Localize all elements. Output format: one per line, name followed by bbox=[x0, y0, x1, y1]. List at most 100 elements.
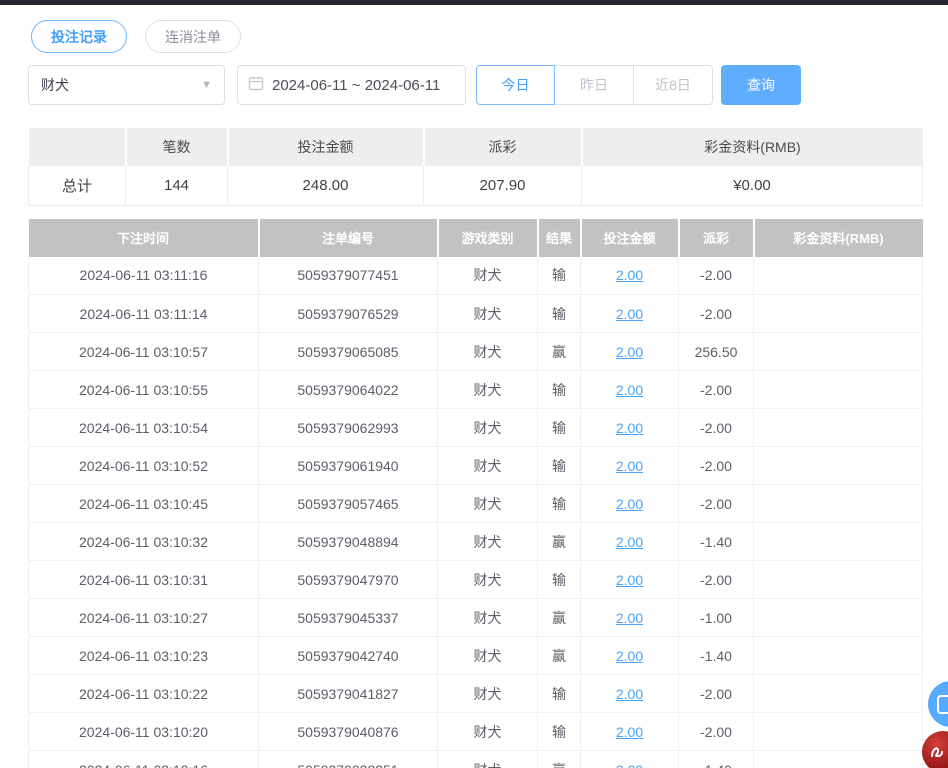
bonus-value bbox=[754, 599, 923, 637]
filter-row: 财犬 ▼ 2024-06-11 ~ 2024-06-11 今日 昨日 近8日 查… bbox=[28, 65, 922, 105]
payout-value: -2.00 bbox=[679, 485, 754, 523]
quick-yesterday-button[interactable]: 昨日 bbox=[555, 65, 634, 105]
order-number: 5059379064022 bbox=[259, 371, 438, 409]
result: 输 bbox=[538, 257, 581, 295]
col-header-result: 结果 bbox=[538, 219, 581, 257]
order-number: 5059379042740 bbox=[259, 637, 438, 675]
table-row: 2024-06-11 03:10:32 5059379048894 财犬 赢 2… bbox=[29, 523, 923, 561]
bonus-value bbox=[754, 523, 923, 561]
result: 输 bbox=[538, 447, 581, 485]
bet-time: 2024-06-11 03:10:54 bbox=[29, 409, 259, 447]
quick-today-button[interactable]: 今日 bbox=[476, 65, 555, 105]
date-range-value: 2024-06-11 ~ 2024-06-11 bbox=[272, 77, 440, 94]
bet-amount-link[interactable]: 2.00 bbox=[616, 648, 643, 664]
result: 赢 bbox=[538, 751, 581, 768]
table-row: 2024-06-11 03:10:55 5059379064022 财犬 输 2… bbox=[29, 371, 923, 409]
game-type: 财犬 bbox=[438, 333, 538, 371]
bet-time: 2024-06-11 03:10:52 bbox=[29, 447, 259, 485]
game-type: 财犬 bbox=[438, 523, 538, 561]
game-type: 财犬 bbox=[438, 295, 538, 333]
bet-amount-link[interactable]: 2.00 bbox=[616, 420, 643, 436]
col-header-payout: 派彩 bbox=[679, 219, 754, 257]
payout-value: -1.40 bbox=[679, 523, 754, 561]
date-range-input[interactable]: 2024-06-11 ~ 2024-06-11 bbox=[237, 65, 466, 105]
main-content: 投注记录 连消注单 财犬 ▼ 2024-06-11 ~ 2024-06-11 今… bbox=[0, 5, 948, 768]
result: 赢 bbox=[538, 599, 581, 637]
game-type: 财犬 bbox=[438, 447, 538, 485]
bonus-value bbox=[754, 637, 923, 675]
bet-amount-link[interactable]: 2.00 bbox=[616, 610, 643, 626]
bonus-value bbox=[754, 561, 923, 599]
order-number: 5059379057465 bbox=[259, 485, 438, 523]
payout-value: -2.00 bbox=[679, 371, 754, 409]
bet-amount-link[interactable]: 2.00 bbox=[616, 572, 643, 588]
result: 赢 bbox=[538, 523, 581, 561]
order-number: 5059379076529 bbox=[259, 295, 438, 333]
bet-amount-link[interactable]: 2.00 bbox=[616, 306, 643, 322]
bet-amount-link[interactable]: 2.00 bbox=[616, 267, 643, 283]
table-row: 2024-06-11 03:10:22 5059379041827 财犬 输 2… bbox=[29, 675, 923, 713]
game-type: 财犬 bbox=[438, 257, 538, 295]
bet-amount-link[interactable]: 2.00 bbox=[616, 534, 643, 550]
bet-time: 2024-06-11 03:10:20 bbox=[29, 713, 259, 751]
summary-header-empty bbox=[29, 128, 126, 166]
bonus-value bbox=[754, 751, 923, 768]
tab-cancelled-orders[interactable]: 连消注单 bbox=[145, 20, 241, 53]
payout-value: -2.00 bbox=[679, 713, 754, 751]
bet-records-table: 下注时间 注单编号 游戏类别 结果 投注金额 派彩 彩金资料(RMB) 2024… bbox=[28, 219, 923, 768]
result: 输 bbox=[538, 409, 581, 447]
result: 输 bbox=[538, 485, 581, 523]
result: 输 bbox=[538, 295, 581, 333]
bet-amount-link[interactable]: 2.00 bbox=[616, 344, 643, 360]
quick-last8days-button[interactable]: 近8日 bbox=[634, 65, 713, 105]
order-number: 5059379065085 bbox=[259, 333, 438, 371]
col-header-bonus: 彩金资料(RMB) bbox=[754, 219, 923, 257]
bet-time: 2024-06-11 03:10:55 bbox=[29, 371, 259, 409]
game-type: 财犬 bbox=[438, 409, 538, 447]
bonus-value bbox=[754, 485, 923, 523]
summary-header-bonus: 彩金资料(RMB) bbox=[582, 128, 923, 166]
order-number: 5059379038251 bbox=[259, 751, 438, 768]
summary-total-bonus: ¥0.00 bbox=[582, 166, 923, 205]
search-button[interactable]: 查询 bbox=[721, 65, 801, 105]
summary-table: 笔数 投注金额 派彩 彩金资料(RMB) 总计 144 248.00 207.9… bbox=[28, 128, 923, 206]
table-row: 2024-06-11 03:10:16 5059379038251 财犬 赢 2… bbox=[29, 751, 923, 768]
bet-time: 2024-06-11 03:11:14 bbox=[29, 295, 259, 333]
brand-logo-icon bbox=[929, 744, 945, 760]
payout-value: -2.00 bbox=[679, 409, 754, 447]
order-number: 5059379040876 bbox=[259, 713, 438, 751]
bet-amount-link[interactable]: 2.00 bbox=[616, 382, 643, 398]
game-select[interactable]: 财犬 ▼ bbox=[28, 65, 225, 105]
bonus-value bbox=[754, 371, 923, 409]
table-body: 2024-06-11 03:11:16 5059379077451 财犬 输 2… bbox=[29, 257, 923, 768]
bet-amount-link[interactable]: 2.00 bbox=[616, 686, 643, 702]
summary-total-label: 总计 bbox=[29, 166, 126, 205]
bet-time: 2024-06-11 03:10:23 bbox=[29, 637, 259, 675]
result: 输 bbox=[538, 675, 581, 713]
bet-amount-link[interactable]: 2.00 bbox=[616, 496, 643, 512]
result: 输 bbox=[538, 371, 581, 409]
result: 赢 bbox=[538, 637, 581, 675]
game-type: 财犬 bbox=[438, 675, 538, 713]
col-header-order-no: 注单编号 bbox=[259, 219, 438, 257]
payout-value: -2.00 bbox=[679, 295, 754, 333]
payout-value: -2.00 bbox=[679, 675, 754, 713]
bet-amount-link[interactable]: 2.00 bbox=[616, 458, 643, 474]
payout-value: -2.00 bbox=[679, 447, 754, 485]
table-row: 2024-06-11 03:10:54 5059379062993 财犬 输 2… bbox=[29, 409, 923, 447]
bet-amount-link[interactable]: 2.00 bbox=[616, 762, 643, 768]
tab-bet-records[interactable]: 投注记录 bbox=[31, 20, 127, 53]
bet-time: 2024-06-11 03:10:22 bbox=[29, 675, 259, 713]
col-header-game-type: 游戏类别 bbox=[438, 219, 538, 257]
result: 输 bbox=[538, 713, 581, 751]
order-number: 5059379061940 bbox=[259, 447, 438, 485]
table-row: 2024-06-11 03:10:20 5059379040876 财犬 输 2… bbox=[29, 713, 923, 751]
payout-value: -1.40 bbox=[679, 751, 754, 768]
bet-time: 2024-06-11 03:10:45 bbox=[29, 485, 259, 523]
game-type: 财犬 bbox=[438, 561, 538, 599]
summary-header-row: 笔数 投注金额 派彩 彩金资料(RMB) bbox=[29, 128, 923, 166]
summary-header-count: 笔数 bbox=[126, 128, 228, 166]
bet-amount-link[interactable]: 2.00 bbox=[616, 724, 643, 740]
table-row: 2024-06-11 03:11:16 5059379077451 财犬 输 2… bbox=[29, 257, 923, 295]
bet-time: 2024-06-11 03:10:32 bbox=[29, 523, 259, 561]
